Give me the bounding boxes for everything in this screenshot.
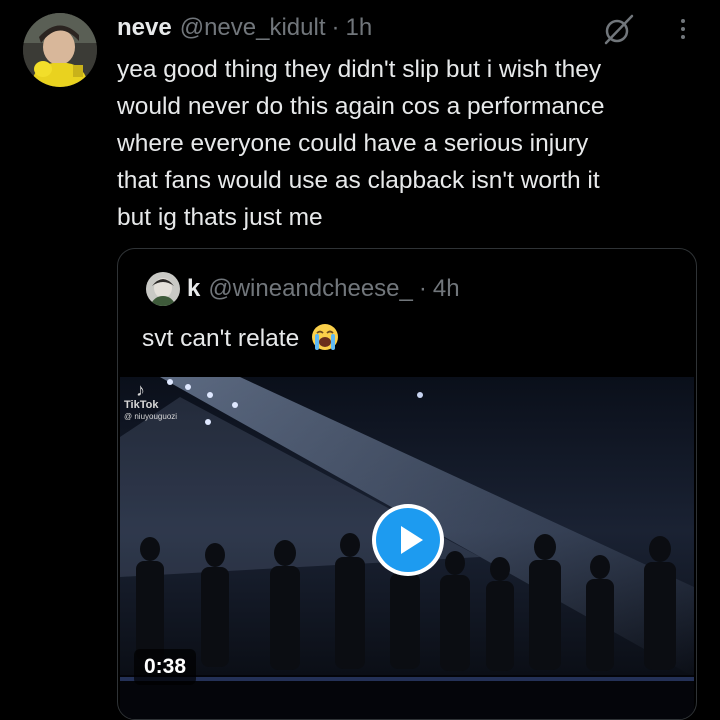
tweet-text-line: but ig thats just me [117, 204, 323, 231]
quote-header: k @wineandcheese_ · 4h [187, 271, 460, 307]
quote-text: svt can't relate [142, 321, 340, 363]
loudly-crying-face-emoji [310, 322, 340, 363]
play-icon [376, 508, 440, 572]
tiktok-watermark: ♪ TikTok @ niuyouguozi [124, 381, 177, 423]
play-button[interactable] [372, 504, 444, 576]
grok-icon[interactable] [602, 12, 636, 46]
tweet-text: yea good thing they didn't slip but i wi… [117, 51, 702, 236]
avatar[interactable] [23, 13, 97, 87]
tweet-text-line: where everyone could have a serious inju… [117, 130, 589, 157]
quote-display-name[interactable]: k [187, 275, 200, 303]
quote-timestamp[interactable]: 4h [433, 275, 460, 303]
quote-separator-dot: · [418, 275, 427, 302]
tiktok-user: @ niuyouguozi [124, 412, 178, 421]
username-handle[interactable]: @neve_kidult [180, 14, 326, 42]
tweet-header: neve @neve_kidult · 1h [117, 11, 372, 45]
timestamp[interactable]: 1h [345, 14, 372, 42]
tiktok-logo-icon: ♪ [136, 380, 145, 400]
display-name[interactable]: neve [117, 14, 172, 42]
more-icon[interactable] [672, 12, 694, 46]
quote-text-content: svt can't relate [142, 325, 300, 352]
tweet-text-line: would never do this again cos a performa… [117, 93, 605, 120]
tweet-text-line: that fans would use as clapback isn't wo… [117, 167, 600, 194]
video-duration: 0:38 [134, 649, 197, 685]
quote-username-handle[interactable]: @wineandcheese_ [208, 275, 413, 303]
video-player[interactable]: ♪ TikTok @ niuyouguozi 0:38 [120, 377, 694, 719]
quoted-tweet[interactable]: k @wineandcheese_ · 4h svt can't relate [117, 248, 697, 720]
tweet-text-line: yea good thing they didn't slip but i wi… [117, 56, 602, 83]
quote-avatar[interactable] [146, 272, 180, 306]
separator-dot: · [331, 14, 340, 41]
tiktok-brand: TikTok [124, 399, 159, 411]
